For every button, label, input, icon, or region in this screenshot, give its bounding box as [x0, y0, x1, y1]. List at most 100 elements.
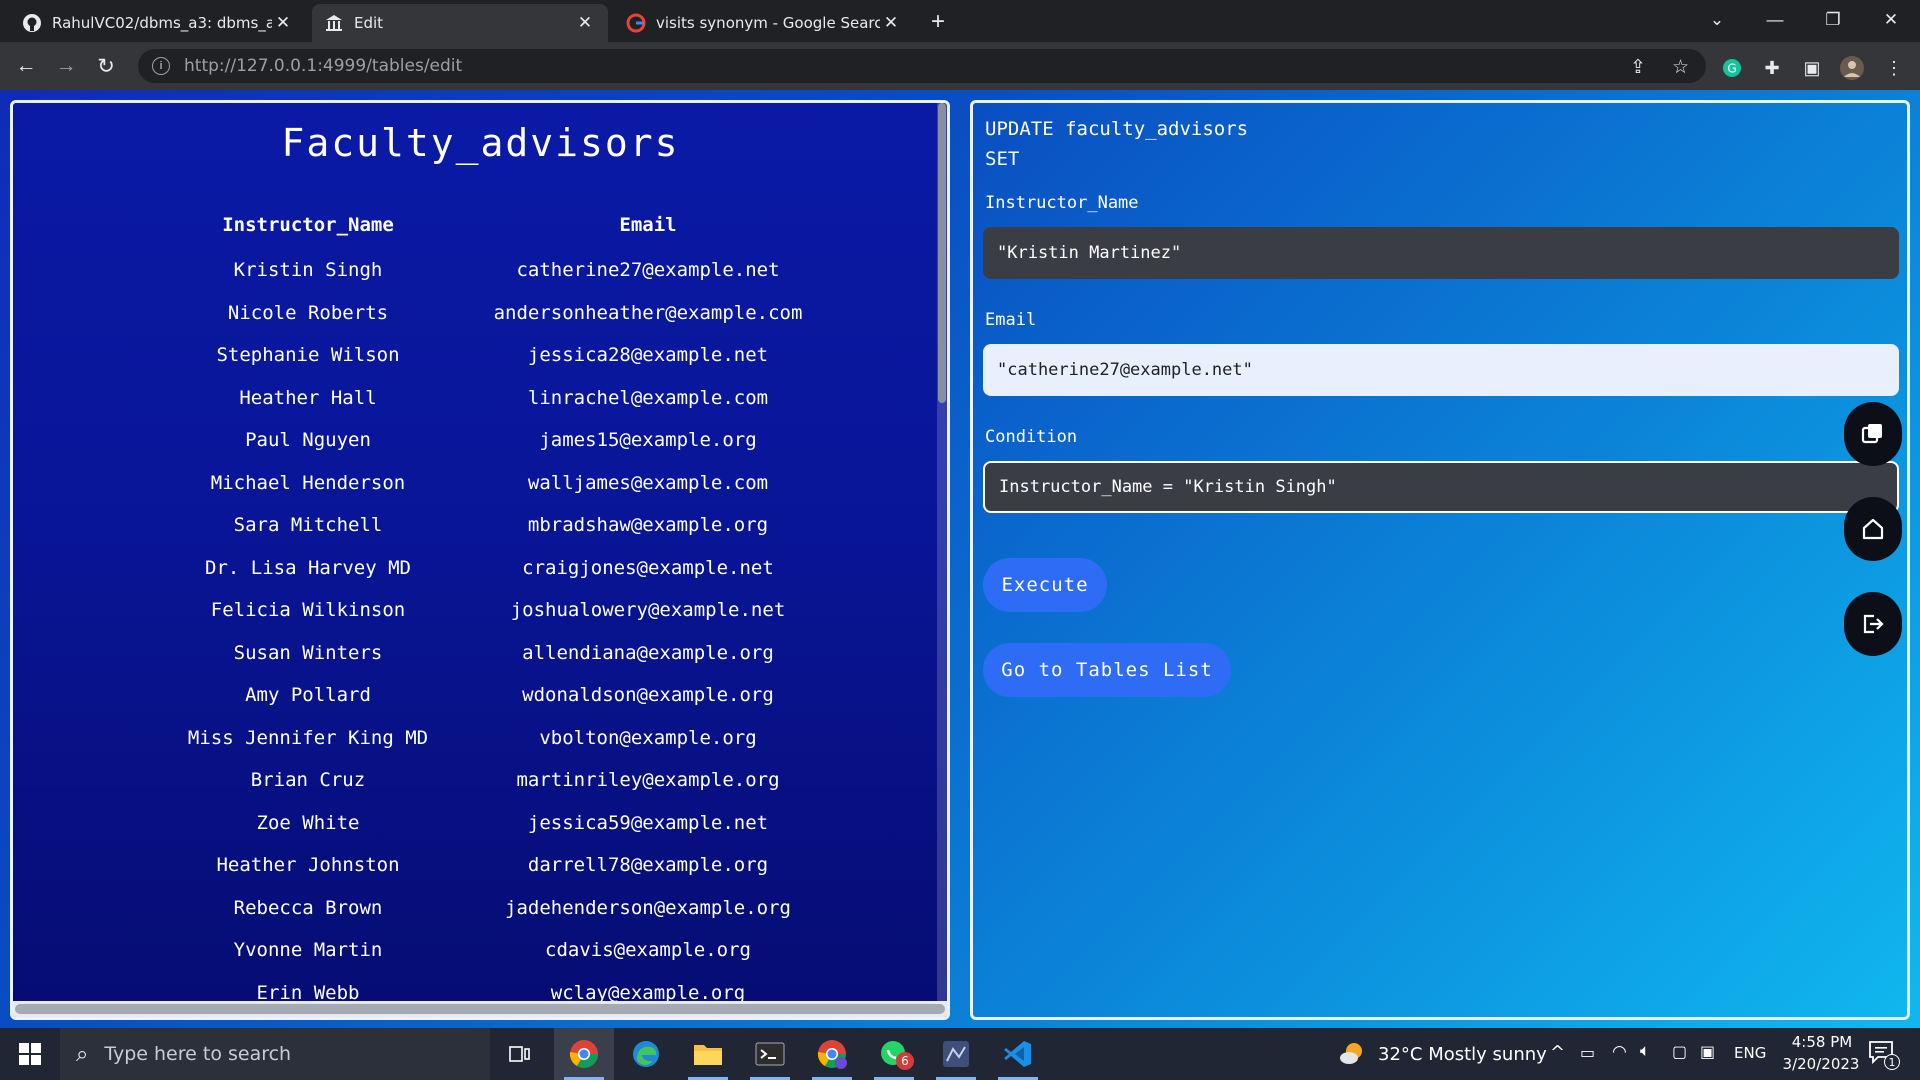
clock-time[interactable]: 4:58 PM [1780, 1033, 1864, 1051]
display-icon[interactable]: ▣ [1700, 1042, 1715, 1061]
instructor-name-cell: Susan Winters [233, 641, 383, 664]
language-indicator[interactable]: ENG [1734, 1044, 1766, 1062]
column-header: Instructor_Name [222, 214, 394, 236]
instructor-name-label: Instructor_Name [985, 193, 1139, 213]
back-icon[interactable]: ← [10, 50, 42, 82]
svg-text:G: G [1727, 62, 1736, 76]
task-view-icon[interactable] [490, 1028, 550, 1080]
tab-google-search[interactable]: visits synonym - Google Search ✕ [614, 4, 914, 42]
new-tab-button[interactable]: + [924, 8, 952, 36]
taskbar-search-box[interactable]: ⌕ Type here to search [60, 1028, 490, 1080]
instructor-name-cell: Yvonne Martin [233, 939, 383, 962]
volume-icon[interactable]: 🔈︎ [1640, 1041, 1650, 1061]
horizontal-scrollbar[interactable] [13, 1001, 947, 1017]
instructor-name-cell: Dr. Lisa Harvey MD [205, 556, 411, 579]
google-icon [626, 13, 646, 33]
file-explorer-icon[interactable] [678, 1028, 738, 1080]
forward-icon[interactable]: → [50, 50, 82, 82]
copy-button[interactable] [1844, 402, 1902, 466]
email-cell: darrell78@example.org [527, 854, 769, 877]
table-row: Stephanie Wilson jessica28@example.net [143, 334, 823, 377]
instructor-name-cell: Amy Pollard [245, 684, 371, 707]
close-tab-icon[interactable]: ✕ [574, 12, 596, 34]
whatsapp-icon[interactable]: 6 [864, 1028, 924, 1080]
app-icon [324, 13, 344, 33]
email-cell: jadehenderson@example.org [505, 896, 791, 919]
url-path: :4999/tables/edit [317, 56, 463, 76]
restore-button[interactable]: ❐ [1810, 0, 1856, 40]
instructor-name-cell: Heather Hall [239, 386, 377, 409]
tab-github[interactable]: RahulVC02/dbms_a3: dbms_a3 re ✕ [10, 4, 306, 42]
instructor-name-cell: Nicole Roberts [227, 301, 389, 324]
table-row: Zoe White jessica59@example.net [143, 802, 823, 845]
weather-icon[interactable] [1338, 1040, 1366, 1073]
search-icon: ⌕ [76, 1041, 89, 1067]
go-to-tables-list-button[interactable]: Go to Tables List [983, 643, 1231, 697]
instructor-name-cell: Felicia Wilkinson [210, 599, 406, 622]
email-cell: martinriley@example.org [516, 769, 780, 792]
remote-app-icon[interactable] [926, 1028, 986, 1080]
tray-chevron-icon[interactable]: ^ [1550, 1042, 1565, 1063]
battery-icon[interactable]: ▭ [1580, 1043, 1595, 1062]
tab-edit[interactable]: Edit ✕ [312, 4, 608, 42]
table-body: Kristin Singh catherine27@example.net Nico… [143, 249, 823, 1014]
chrome-taskbar-icon[interactable] [554, 1028, 614, 1080]
table-row: Amy Pollard wdonaldson@example.org [143, 674, 823, 717]
chrome-profile-taskbar-icon[interactable] [802, 1028, 862, 1080]
side-panel-icon[interactable]: ▣ [1800, 56, 1824, 80]
tab-search-chevron-icon[interactable]: ⌄ [1694, 0, 1740, 40]
execute-button[interactable]: Execute [983, 558, 1107, 612]
address-bar[interactable]: i http://127.0.0.1:4999/tables/edit [138, 49, 1706, 83]
sql-update-line: UPDATE faculty_advisors [985, 118, 1249, 140]
github-icon [22, 13, 42, 33]
edge-taskbar-icon[interactable] [616, 1028, 676, 1080]
close-window-button[interactable]: ✕ [1868, 0, 1914, 40]
email-label: Email [985, 310, 1037, 330]
share-icon[interactable]: ⇪ [1630, 56, 1646, 79]
page-content: Faculty_advisors Instructor_Name Email K… [0, 90, 1920, 1028]
notification-badge: 1 [1884, 1054, 1900, 1070]
clock-date[interactable]: 3/20/2023 [1776, 1055, 1866, 1073]
vertical-scrollbar[interactable] [937, 103, 947, 1013]
table-row: Rebecca Brown jadehenderson@example.org [143, 887, 823, 930]
home-button[interactable] [1844, 497, 1902, 561]
terminal-icon[interactable] [740, 1028, 800, 1080]
instructor-name-cell: Michael Henderson [210, 471, 406, 494]
notifications-icon[interactable]: 1 [1868, 1040, 1900, 1070]
email-cell: linrachel@example.com [527, 386, 769, 409]
email-cell: walljames@example.com [527, 471, 769, 494]
site-info-icon[interactable]: i [152, 57, 170, 75]
vscode-icon[interactable] [988, 1028, 1048, 1080]
instructor-name-input[interactable]: "Kristin Martinez" [983, 227, 1899, 279]
scrollbar-thumb[interactable] [938, 103, 946, 403]
scrollbar-thumb[interactable] [15, 1004, 945, 1014]
email-cell: wdonaldson@example.org [522, 684, 774, 707]
email-cell: jessica59@example.net [527, 811, 769, 834]
reload-icon[interactable]: ↻ [90, 50, 122, 82]
chrome-menu-icon[interactable]: ⋮ [1882, 56, 1906, 80]
profile-avatar[interactable] [1840, 56, 1864, 80]
table-row: Heather Hall linrachel@example.com [143, 377, 823, 420]
extensions-puzzle-icon[interactable]: ✚ [1760, 56, 1784, 80]
logout-icon [1863, 614, 1884, 634]
browser-toolbar: ← → ↻ i http://127.0.0.1:4999/tables/edi… [0, 42, 1920, 90]
browser-tab-strip: RahulVC02/dbms_a3: dbms_a3 re ✕ Edit ✕ v… [0, 0, 1920, 42]
table-row: Michael Henderson walljames@example.com [143, 462, 823, 505]
close-tab-icon[interactable]: ✕ [272, 12, 294, 34]
email-input[interactable]: "catherine27@example.net" [983, 344, 1899, 396]
logout-button[interactable] [1844, 592, 1902, 656]
condition-input[interactable]: Instructor_Name = "Kristin Singh" [983, 461, 1899, 513]
close-tab-icon[interactable]: ✕ [880, 12, 902, 34]
meet-icon[interactable]: ▢ [1672, 1042, 1687, 1061]
email-cell: cdavis@example.org [545, 939, 751, 962]
table-row: Paul Nguyen james15@example.org [143, 419, 823, 462]
bookmark-star-icon[interactable]: ☆ [1672, 56, 1689, 79]
sql-set-line: SET [985, 148, 1020, 170]
windows-start-button[interactable] [0, 1028, 60, 1080]
wifi-icon[interactable]: ◠ [1612, 1042, 1627, 1062]
instructor-name-cell: Miss Jennifer King MD [187, 726, 429, 749]
weather-text[interactable]: 32°C Mostly sunny [1378, 1044, 1547, 1065]
grammarly-extension-icon[interactable]: G [1720, 56, 1744, 80]
whatsapp-badge: 6 [896, 1052, 914, 1070]
minimize-button[interactable]: — [1752, 0, 1798, 40]
